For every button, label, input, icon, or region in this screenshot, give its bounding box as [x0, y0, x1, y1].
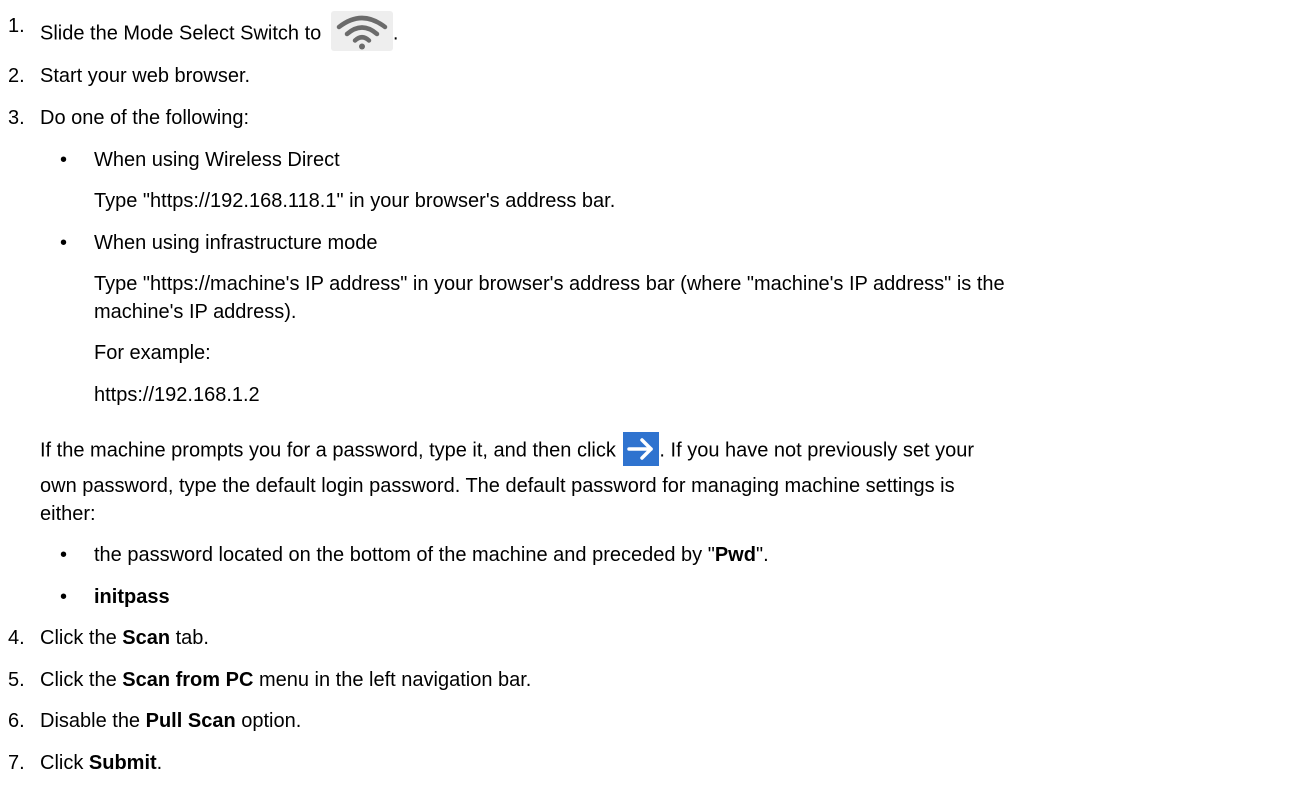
- step-number: 3.: [8, 107, 25, 129]
- wifi-icon: [330, 11, 393, 51]
- step-text: Start your web browser.: [40, 65, 251, 87]
- option-title: When using Wireless Direct: [94, 149, 340, 171]
- example-url: https://192.168.1.2: [94, 384, 260, 406]
- step-number: 7.: [8, 752, 25, 774]
- step-number: 5.: [8, 669, 25, 691]
- option-description: Type "https://192.168.118.1" in your bro…: [94, 190, 616, 212]
- step-number: 1.: [8, 15, 25, 37]
- example-label: For example:: [94, 342, 211, 364]
- option-title: When using infrastructure mode: [94, 232, 378, 254]
- arrow-right-icon: [623, 432, 660, 466]
- bullet: •: [60, 586, 68, 608]
- option-description-line-2: machine's IP address).: [94, 301, 297, 323]
- step-text: Slide the Mode Select Switch to: [40, 22, 322, 45]
- step-number: 2.: [8, 65, 25, 87]
- bullet: •: [60, 232, 68, 254]
- step-text: Do one of the following:: [40, 107, 250, 129]
- option-description-line-1: Type "https://machine's IP address" in y…: [94, 273, 1005, 295]
- bullet: •: [60, 544, 68, 566]
- step-number: 6.: [8, 710, 25, 732]
- password-paragraph-line-2: own password, type the default login pas…: [40, 475, 955, 497]
- step-number: 4.: [8, 627, 25, 649]
- bullet: •: [60, 149, 68, 171]
- password-paragraph-line-1: If the machine prompts you for a passwor…: [40, 432, 974, 468]
- password-paragraph-line-3: either:: [40, 503, 96, 525]
